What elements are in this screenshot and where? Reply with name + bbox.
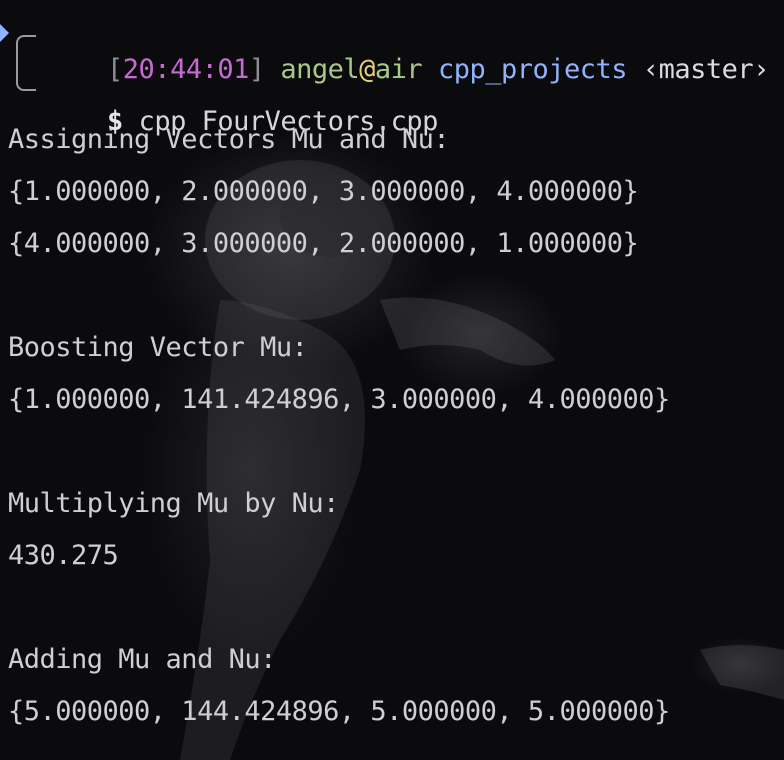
output-line-assigning: Assigning Vectors Mu and Nu:	[8, 124, 450, 155]
prompt-bracket-icon	[16, 35, 36, 91]
output-line-multiplying: Multiplying Mu by Nu:	[8, 488, 339, 519]
output-line-boosted-mu: {1.000000, 141.424896, 3.000000, 4.00000…	[8, 384, 670, 415]
git-branch: ‹master›	[642, 54, 770, 85]
output-line-adding: Adding Mu and Nu:	[8, 644, 276, 675]
output-line-sum: {5.000000, 144.424896, 5.000000, 5.00000…	[8, 696, 670, 727]
output-line-mu: {1.000000, 2.000000, 3.000000, 4.000000}	[8, 176, 639, 207]
command-line[interactable]: $ cpp FourVectors.cpp	[44, 71, 438, 173]
caret-right-icon	[0, 24, 9, 42]
output-line-boosting: Boosting Vector Mu:	[8, 332, 308, 363]
terminal-window[interactable]: [20:44:01] angel@air cpp_projects ‹maste…	[0, 0, 784, 760]
output-line-nu: {4.000000, 3.000000, 2.000000, 1.000000}	[8, 228, 639, 259]
output-line-product: 430.275	[8, 540, 119, 571]
prompt-directory: cpp_projects	[437, 54, 628, 85]
